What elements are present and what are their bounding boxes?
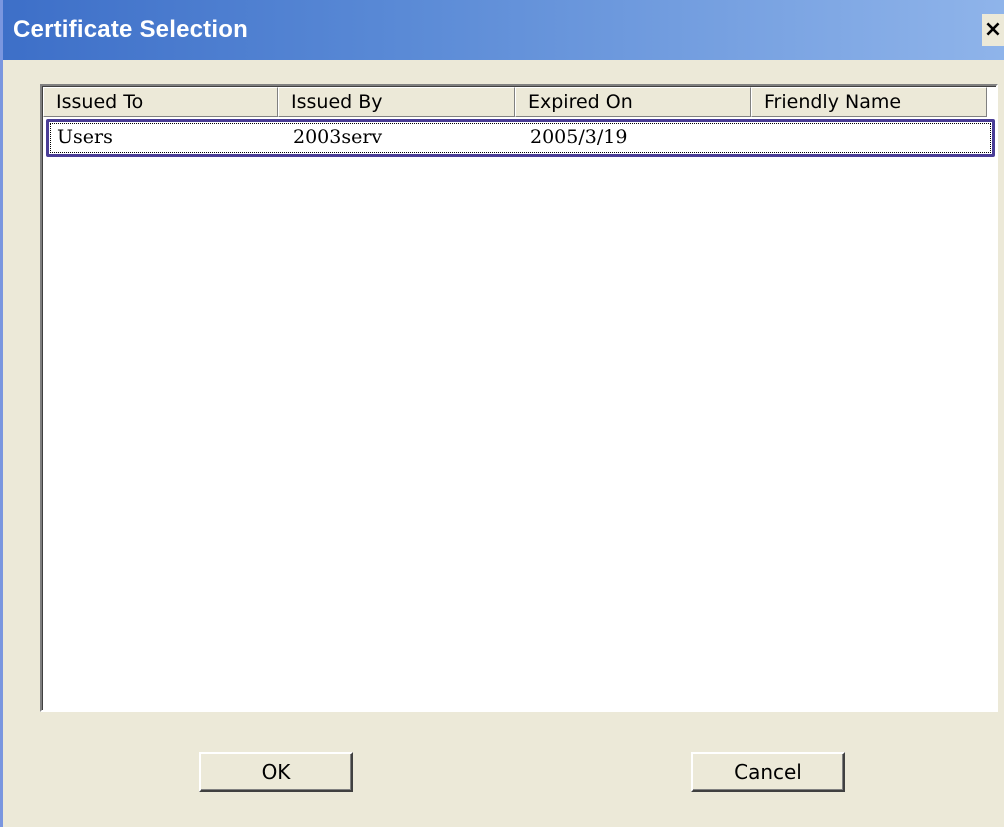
cell-expired-on: 2005/3/19: [530, 126, 628, 148]
cell-issued-to: Users: [57, 126, 113, 148]
column-header-issued-to[interactable]: Issued To: [43, 87, 278, 117]
certificate-list[interactable]: Issued To Issued By Expired On Friendly …: [40, 84, 998, 712]
title-bar[interactable]: Certificate Selection ×: [3, 0, 1004, 60]
ok-button[interactable]: OK: [199, 752, 353, 792]
list-header: Issued To Issued By Expired On Friendly …: [43, 87, 987, 117]
column-header-issued-by[interactable]: Issued By: [278, 87, 515, 117]
window-title: Certificate Selection: [13, 16, 248, 43]
certificate-selection-dialog: Certificate Selection × Issued To Issued…: [0, 0, 1004, 827]
close-button[interactable]: ×: [982, 14, 1004, 46]
column-header-friendly-name[interactable]: Friendly Name: [751, 87, 987, 117]
certificate-row-selected[interactable]: Users 2003serv 2005/3/19: [46, 119, 995, 157]
column-header-expired-on[interactable]: Expired On: [515, 87, 751, 117]
cell-issued-by: 2003serv: [293, 126, 383, 148]
cancel-button[interactable]: Cancel: [691, 752, 845, 792]
cell-friendly-name: [758, 122, 992, 154]
close-icon: ×: [983, 17, 1003, 42]
